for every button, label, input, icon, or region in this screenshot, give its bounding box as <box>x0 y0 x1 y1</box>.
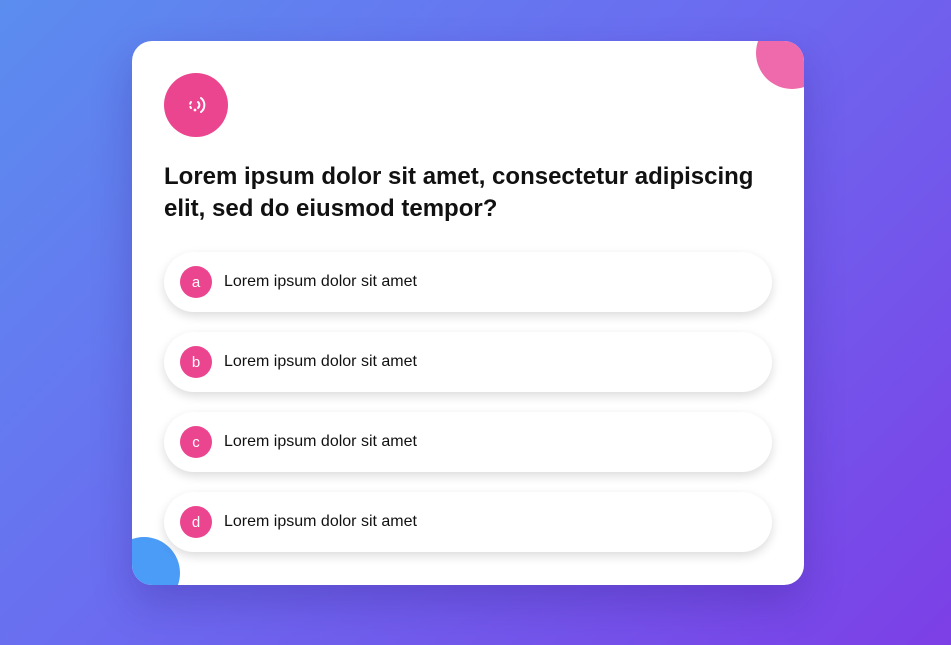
option-letter-badge: c <box>180 426 212 458</box>
answer-option-d[interactable]: d Lorem ipsum dolor sit amet <box>164 492 772 552</box>
corner-decoration-pink <box>756 41 804 89</box>
option-label: Lorem ipsum dolor sit amet <box>224 433 417 450</box>
answer-option-a[interactable]: a Lorem ipsum dolor sit amet <box>164 252 772 312</box>
broadcast-signal-icon <box>189 97 206 113</box>
answer-option-c[interactable]: c Lorem ipsum dolor sit amet <box>164 412 772 472</box>
option-letter-badge: d <box>180 506 212 538</box>
option-label: Lorem ipsum dolor sit amet <box>224 273 417 290</box>
answer-options: a Lorem ipsum dolor sit amet b Lorem ips… <box>164 252 772 572</box>
option-label: Lorem ipsum dolor sit amet <box>224 353 417 370</box>
option-label: Lorem ipsum dolor sit amet <box>224 513 417 530</box>
quiz-card: Lorem ipsum dolor sit amet, consectetur … <box>132 41 804 585</box>
option-letter-badge: b <box>180 346 212 378</box>
option-letter-badge: a <box>180 266 212 298</box>
quiz-logo <box>164 73 228 137</box>
question-text: Lorem ipsum dolor sit amet, consectetur … <box>164 163 754 222</box>
answer-option-b[interactable]: b Lorem ipsum dolor sit amet <box>164 332 772 392</box>
